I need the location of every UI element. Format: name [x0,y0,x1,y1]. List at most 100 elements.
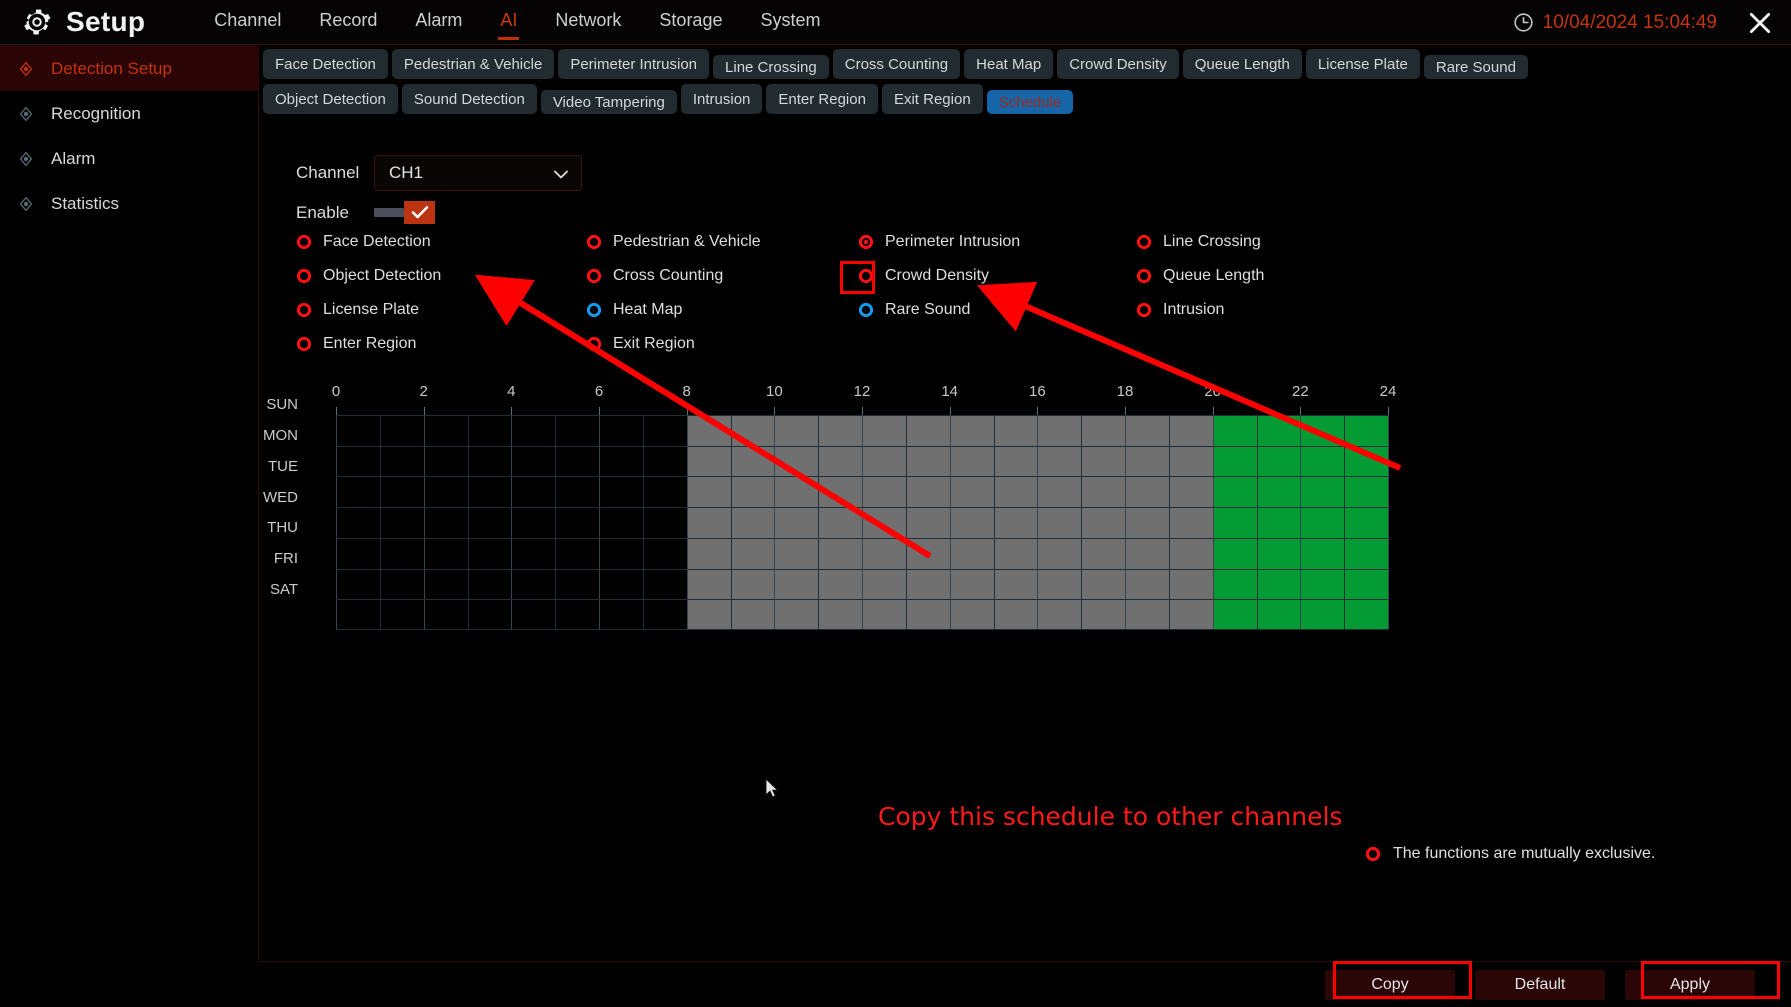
check-icon [411,206,428,219]
tab-line-crossing[interactable]: Line Crossing [713,55,829,79]
hour-tick-18: 18 [1116,383,1134,400]
hour-tick-4: 4 [507,383,516,400]
tab-rare-sound[interactable]: Rare Sound [1423,55,1528,79]
datetime-display: 10/04/2024 15:04:49 [1542,11,1717,33]
copy-button[interactable]: Copy [1325,969,1455,1000]
option-line-crossing[interactable]: Line Crossing [1136,233,1261,251]
menu-item-alarm[interactable]: Alarm [396,0,481,44]
main-menu: Channel Record Alarm AI Network Storage System [195,0,839,44]
hour-tick-mark [424,407,425,415]
grid-vline [424,415,425,630]
grid-vline [1081,415,1082,630]
menu-item-record[interactable]: Record [300,0,396,44]
channel-selected-value: CH1 [389,163,424,182]
option-license-plate[interactable]: License Plate [296,301,419,319]
hour-tick-mark [950,407,951,415]
option-crowd-density[interactable]: Crowd Density [858,267,989,285]
grid-vline [599,415,600,630]
hour-tick-mark [1300,407,1301,415]
tab-face-detection[interactable]: Face Detection [263,49,388,79]
tab-perimeter-intrusion[interactable]: Perimeter Intrusion [558,49,710,79]
enable-checkbox[interactable] [374,201,435,224]
red-circle-icon [1365,846,1381,862]
hour-tick-0: 0 [331,383,341,400]
channel-label: Channel [296,163,360,182]
tab-row-secondary: Object Detection Sound Detection Video Tam… [260,80,1791,114]
grid-vline [818,415,819,630]
close-button[interactable] [1743,6,1777,40]
schedule-grid[interactable] [336,415,1389,630]
sidebar-item-recognition[interactable]: Recognition [0,91,258,136]
channel-row: Channel CH1 [296,155,582,191]
hour-tick-mark [1125,407,1126,415]
bottom-button-bar: Copy Default Apply [260,961,1791,1007]
target-dot-icon [19,196,33,211]
grid-hline [336,476,1388,477]
tab-exit-region[interactable]: Exit Region [881,84,983,114]
schedule-hour-axis: 0 2 4 6 8 10 12 14 16 18 20 22 24 [332,383,1396,415]
tab-enter-region[interactable]: Enter Region [766,84,878,114]
menu-item-network[interactable]: Network [536,0,640,44]
grid-hline [336,569,1388,570]
schedule-chart: 0 2 4 6 8 10 12 14 16 18 20 22 24 [290,383,1420,630]
radio-icon [586,302,602,318]
menu-item-channel[interactable]: Channel [195,0,300,44]
enable-label: Enable [296,202,349,222]
clock-icon [1514,13,1533,32]
hour-tick-16: 16 [1028,383,1046,400]
sidebar-item-alarm[interactable]: Alarm [0,136,258,181]
grid-vline [1125,415,1126,630]
channel-dropdown[interactable]: CH1 [374,155,582,191]
tab-video-tampering[interactable]: Video Tampering [540,90,677,114]
grid-vline [1037,415,1038,630]
annotation-note: Copy this schedule to other channels [878,802,1343,831]
grid-vline [1257,415,1258,630]
tab-sound-detection[interactable]: Sound Detection [401,84,537,114]
tab-crowd-density[interactable]: Crowd Density [1057,49,1179,79]
tab-heat-map[interactable]: Heat Map [964,49,1054,79]
apply-button[interactable]: Apply [1625,969,1755,1000]
option-rare-sound[interactable]: Rare Sound [858,301,970,319]
option-label: Perimeter Intrusion [885,233,1021,250]
target-dot-icon [19,61,33,76]
mouse-cursor-icon [765,778,779,798]
top-bar: Setup Channel Record Alarm AI Network Storage… [0,0,1791,45]
option-intrusion[interactable]: Intrusion [1136,301,1224,319]
tab-intrusion[interactable]: Intrusion [680,84,763,114]
close-icon [1749,12,1771,34]
hour-tick-mark [336,407,337,415]
option-face-detection[interactable]: Face Detection [296,233,431,251]
radio-icon [586,336,602,352]
option-heat-map[interactable]: Heat Map [586,301,682,319]
sidebar-item-label: Recognition [51,103,141,123]
menu-item-system[interactable]: System [741,0,839,44]
option-enter-region[interactable]: Enter Region [296,335,416,353]
option-exit-region[interactable]: Exit Region [586,335,695,353]
hour-tick-mark [599,407,600,415]
option-label: Pedestrian & Vehicle [613,233,761,250]
grid-hline [336,415,1388,416]
hour-tick-mark [1213,407,1214,415]
grid-vline [862,415,863,630]
tab-schedule[interactable]: Schedule [986,90,1074,114]
tab-queue-length[interactable]: Queue Length [1182,49,1302,79]
tab-object-detection[interactable]: Object Detection [263,84,398,114]
hour-tick-mark [774,407,775,415]
option-object-detection[interactable]: Object Detection [296,267,441,285]
option-label: Queue Length [1163,267,1265,284]
gear-icon [24,9,51,35]
tab-cross-counting[interactable]: Cross Counting [832,49,961,79]
menu-item-ai[interactable]: AI [481,0,536,44]
default-button[interactable]: Default [1475,969,1605,1000]
sidebar-item-statistics[interactable]: Statistics [0,181,258,226]
option-queue-length[interactable]: Queue Length [1136,267,1264,285]
hour-tick-10: 10 [765,383,783,400]
tab-pedestrian-vehicle[interactable]: Pedestrian & Vehicle [391,49,555,79]
menu-item-storage[interactable]: Storage [640,0,741,44]
option-pedestrian-vehicle[interactable]: Pedestrian & Vehicle [586,233,761,251]
option-cross-counting[interactable]: Cross Counting [586,267,723,285]
tab-license-plate[interactable]: License Plate [1305,49,1420,79]
enable-row: Enable [296,201,435,224]
option-perimeter-intrusion[interactable]: Perimeter Intrusion [858,233,1020,251]
sidebar-item-detection-setup[interactable]: Detection Setup [0,46,258,91]
